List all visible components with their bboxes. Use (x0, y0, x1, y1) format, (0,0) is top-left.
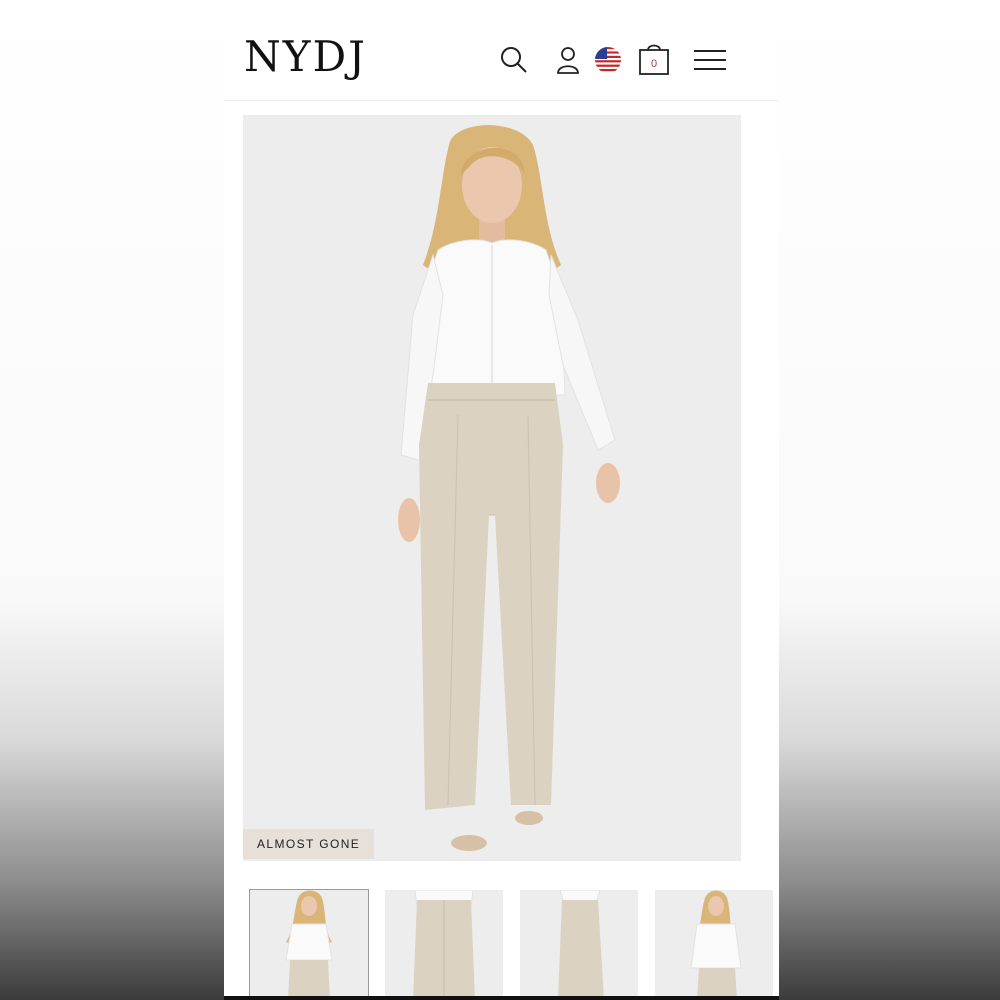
almost-gone-badge: ALMOST GONE (243, 829, 375, 859)
thumbnail-side-image (558, 890, 604, 1000)
thumbnail-strip (249, 889, 773, 1000)
hamburger-menu-icon[interactable] (692, 42, 728, 78)
thumbnail-side[interactable] (520, 890, 638, 1000)
us-flag-icon[interactable] (590, 42, 626, 78)
thumbnail-back[interactable] (385, 890, 503, 1000)
screen-bottom-edge (224, 996, 779, 1000)
thumbnail-front[interactable] (249, 889, 369, 1000)
thumbnail-front-image (285, 890, 333, 1000)
thumbnail-front-alt-image (690, 890, 742, 1000)
model-illustration (398, 125, 620, 851)
product-main-image[interactable]: ALMOST GONE (243, 115, 741, 861)
right-blurred-background (779, 0, 1000, 1000)
thumbnail-front-alt[interactable] (655, 890, 773, 1000)
left-blurred-background (0, 0, 224, 1000)
site-header: NYDJ 0 (224, 0, 779, 101)
phone-screen: NYDJ 0 ALMOST GONE (224, 0, 779, 1000)
brand-logo[interactable]: NYDJ (244, 33, 367, 81)
cart-count: 0 (651, 58, 657, 70)
account-icon[interactable] (550, 42, 586, 78)
shopping-bag-icon[interactable]: 0 (636, 40, 672, 76)
search-icon[interactable] (496, 42, 532, 78)
thumbnail-back-image (413, 890, 475, 1000)
